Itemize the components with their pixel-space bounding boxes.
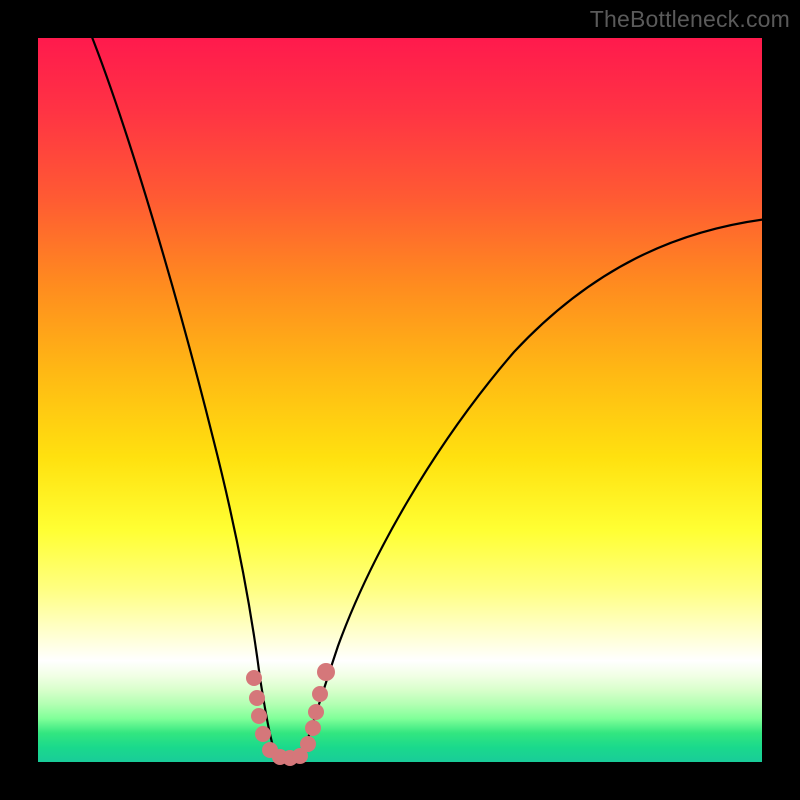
marker-dot (308, 704, 324, 720)
curve-right (302, 218, 775, 756)
marker-group (246, 663, 335, 766)
marker-dot (305, 720, 321, 736)
marker-dot (312, 686, 328, 702)
chart-svg (38, 38, 762, 762)
marker-dot (317, 663, 335, 681)
marker-dot (255, 726, 271, 742)
watermark-label: TheBottleneck.com (590, 6, 790, 33)
curve-left (90, 32, 276, 756)
chart-frame: TheBottleneck.com (0, 0, 800, 800)
marker-dot (300, 736, 316, 752)
marker-dot (249, 690, 265, 706)
marker-dot (246, 670, 262, 686)
marker-dot (251, 708, 267, 724)
